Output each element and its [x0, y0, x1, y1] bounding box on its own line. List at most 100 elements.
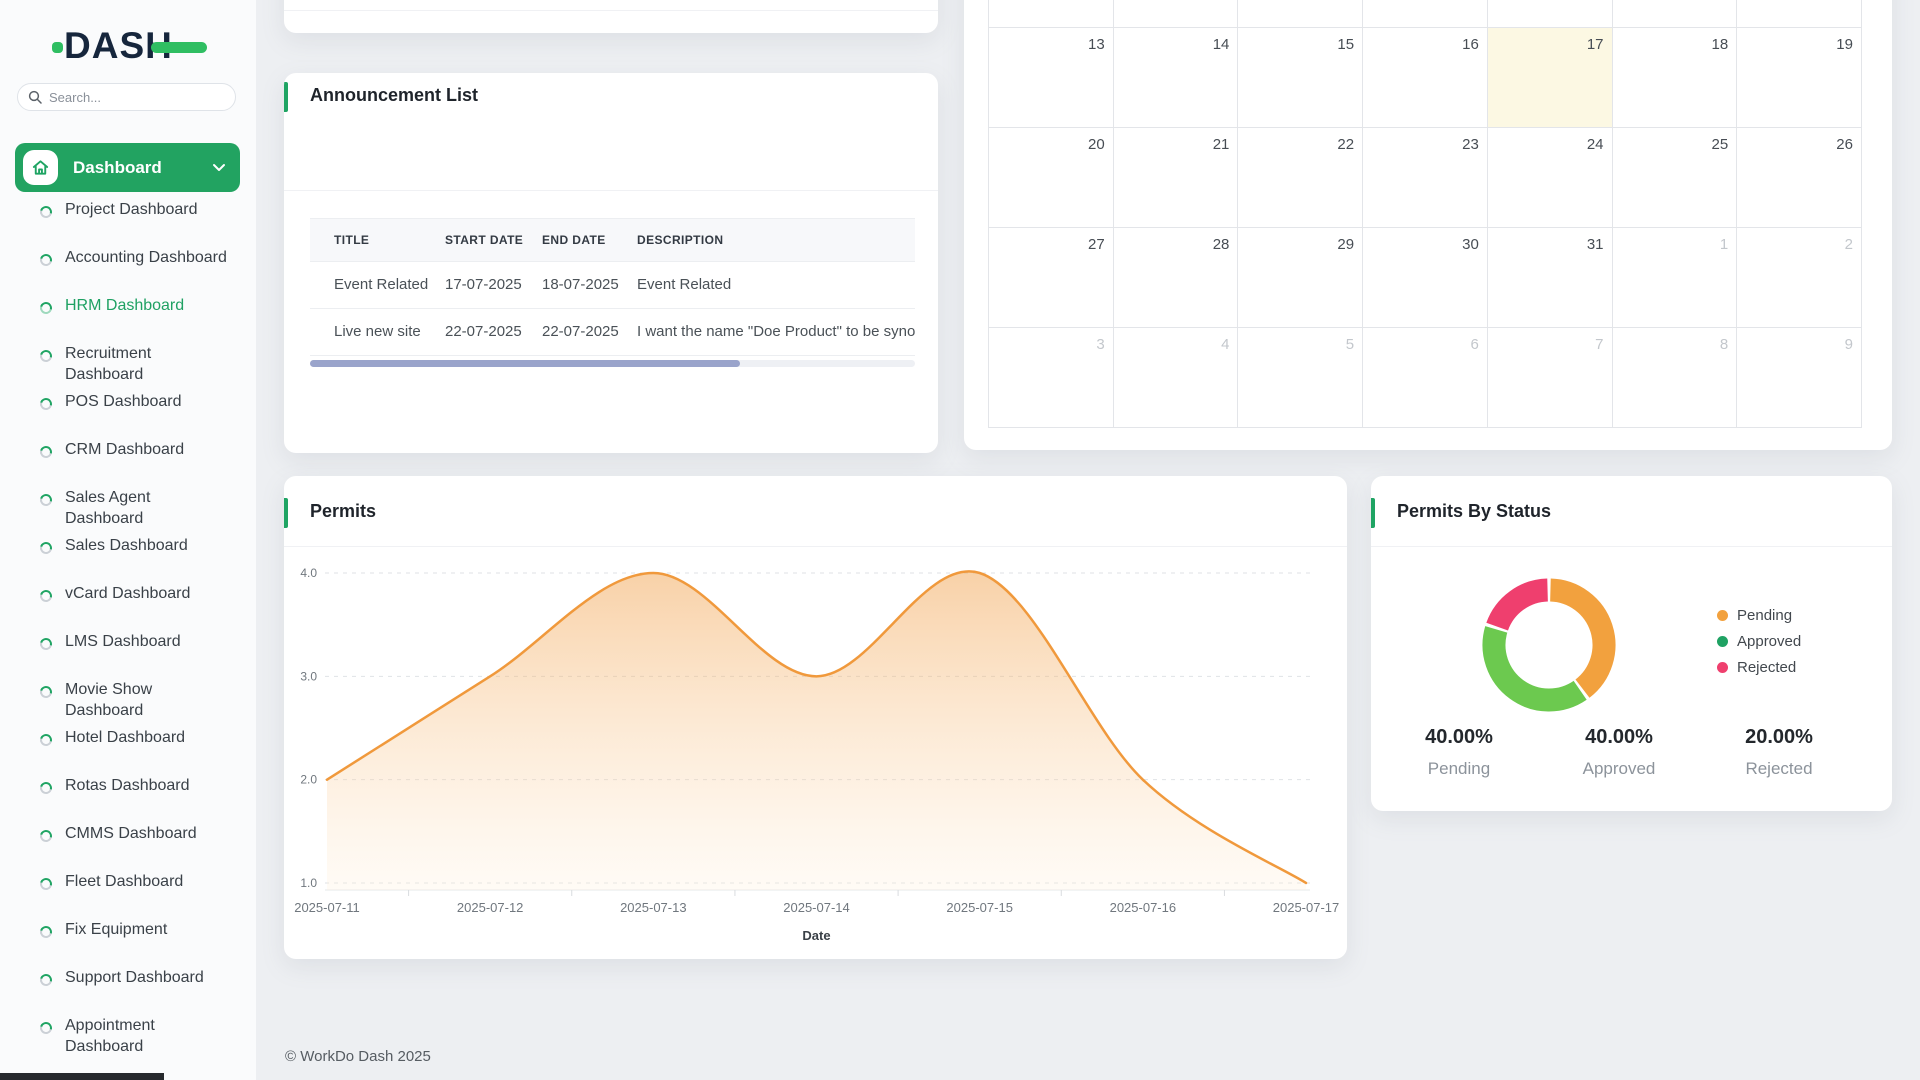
column-header-title: TITLE — [334, 233, 369, 247]
calendar-cell[interactable]: 2 — [1737, 228, 1862, 328]
calendar-cell[interactable]: 26 — [1737, 128, 1862, 228]
svg-text:2025-07-12: 2025-07-12 — [457, 900, 524, 915]
calendar-cell[interactable]: 20 — [989, 128, 1114, 228]
browser-status-strip — [0, 1073, 164, 1080]
announcement-table: TITLESTART DATEEND DATEDESCRIPTION Event… — [310, 218, 915, 356]
sidebar-item-sales-dashboard[interactable]: Sales Dashboard — [0, 535, 256, 583]
sidebar-item-movie-show-dashboard[interactable]: Movie Show Dashboard — [0, 679, 256, 727]
legend-label: Pending — [1737, 607, 1792, 624]
submenu-bullet-icon — [38, 924, 54, 940]
calendar-day-number: 28 — [1213, 236, 1230, 253]
calendar-cell[interactable]: 15 — [1238, 28, 1363, 128]
calendar-cell[interactable]: 6 — [1363, 328, 1488, 428]
stat-percentage: 40.00% — [1539, 726, 1699, 749]
announcement-table-header: TITLESTART DATEEND DATEDESCRIPTION — [310, 218, 915, 262]
sidebar-item-support-dashboard[interactable]: Support Dashboard — [0, 967, 256, 1015]
sidebar-item-fix-equipment[interactable]: Fix Equipment — [0, 919, 256, 967]
sidebar-item-recruitment-dashboard[interactable]: Recruitment Dashboard — [0, 343, 256, 391]
sidebar-item-vcard-dashboard[interactable]: vCard Dashboard — [0, 583, 256, 631]
calendar-cell-empty[interactable] — [1114, 0, 1239, 28]
calendar-grid: 1314151617181920212223242526272829303112… — [988, 0, 1862, 428]
sidebar-item-project-dashboard[interactable]: Project Dashboard — [0, 199, 256, 247]
legend-item-approved[interactable]: Approved — [1717, 628, 1801, 654]
calendar-cell[interactable]: 4 — [1114, 328, 1239, 428]
submenu-bullet-icon — [38, 252, 54, 268]
sidebar-item-sales-agent-dashboard[interactable]: Sales Agent Dashboard — [0, 487, 256, 535]
sidebar-item-appointment-dashboard[interactable]: Appointment Dashboard — [0, 1015, 256, 1063]
sidebar-menu-dashboard[interactable]: Dashboard — [15, 143, 240, 192]
svg-text:3.0: 3.0 — [300, 669, 317, 683]
calendar-cell[interactable]: 29 — [1238, 228, 1363, 328]
sidebar-item-label: CRM Dashboard — [65, 439, 184, 460]
calendar-day-number: 8 — [1720, 336, 1728, 353]
sidebar-item-cmms-dashboard[interactable]: CMMS Dashboard — [0, 823, 256, 871]
calendar-cell[interactable]: 28 — [1114, 228, 1239, 328]
sidebar-item-crm-dashboard[interactable]: CRM Dashboard — [0, 439, 256, 487]
sidebar-item-pos-dashboard[interactable]: POS Dashboard — [0, 391, 256, 439]
legend-item-pending[interactable]: Pending — [1717, 602, 1801, 628]
scrollbar-thumb[interactable] — [310, 360, 740, 367]
sidebar-item-accounting-dashboard[interactable]: Accounting Dashboard — [0, 247, 256, 295]
svg-text:4.0: 4.0 — [300, 566, 317, 580]
search-icon — [28, 90, 42, 104]
calendar-cell[interactable]: 22 — [1238, 128, 1363, 228]
sidebar-item-rotas-dashboard[interactable]: Rotas Dashboard — [0, 775, 256, 823]
calendar-cell[interactable]: 23 — [1363, 128, 1488, 228]
submenu-bullet-icon — [38, 684, 54, 700]
svg-text:2025-07-17: 2025-07-17 — [1273, 900, 1340, 915]
calendar-day-number: 2 — [1845, 236, 1853, 253]
calendar-cell-empty[interactable] — [1737, 0, 1862, 28]
table-cell: 17-07-2025 — [445, 276, 522, 293]
calendar-cell-empty[interactable] — [1238, 0, 1363, 28]
permits-card: Permits 4.03.02.01.02025-07-112025-07-12… — [284, 476, 1347, 959]
sidebar-dashboard-submenu: Project DashboardAccounting DashboardHRM… — [0, 199, 256, 1063]
search-input[interactable]: Search... — [17, 83, 236, 111]
calendar-cell[interactable]: 27 — [989, 228, 1114, 328]
legend-item-rejected[interactable]: Rejected — [1717, 654, 1801, 680]
sidebar-item-lms-dashboard[interactable]: LMS Dashboard — [0, 631, 256, 679]
calendar-day-number: 30 — [1462, 236, 1479, 253]
table-cell: Event Related — [637, 276, 731, 293]
sidebar-item-hotel-dashboard[interactable]: Hotel Dashboard — [0, 727, 256, 775]
calendar-cell-empty[interactable] — [1488, 0, 1613, 28]
calendar-cell-empty[interactable] — [1363, 0, 1488, 28]
calendar-cell[interactable]: 14 — [1114, 28, 1239, 128]
calendar-cell[interactable]: 7 — [1488, 328, 1613, 428]
sidebar-item-hrm-dashboard[interactable]: HRM Dashboard — [0, 295, 256, 343]
calendar-day-number: 21 — [1213, 136, 1230, 153]
calendar-cell[interactable]: 30 — [1363, 228, 1488, 328]
stat-percentage: 20.00% — [1699, 726, 1859, 749]
calendar-cell[interactable]: 19 — [1737, 28, 1862, 128]
calendar-cell-empty[interactable] — [1613, 0, 1738, 28]
sidebar: DASH Search... Dashboard Project Dashboa… — [0, 0, 256, 1080]
calendar-cell[interactable]: 5 — [1238, 328, 1363, 428]
status-donut-chart — [1449, 545, 1649, 745]
calendar-cell[interactable]: 13 — [989, 28, 1114, 128]
calendar-cell[interactable]: 18 — [1613, 28, 1738, 128]
app-logo[interactable]: DASH — [64, 26, 173, 66]
table-cell: 18-07-2025 — [542, 276, 619, 293]
calendar-day-number: 25 — [1712, 136, 1729, 153]
calendar-cell[interactable]: 1 — [1613, 228, 1738, 328]
table-horizontal-scrollbar[interactable] — [310, 360, 915, 367]
calendar-cell[interactable]: 16 — [1363, 28, 1488, 128]
calendar-cell-today[interactable]: 17 — [1488, 28, 1613, 128]
table-row[interactable]: Event Related17-07-202518-07-2025Event R… — [310, 262, 915, 309]
table-row[interactable]: Live new site22-07-202522-07-2025I want … — [310, 309, 915, 356]
calendar-cell[interactable]: 25 — [1613, 128, 1738, 228]
calendar-day-number: 7 — [1595, 336, 1603, 353]
calendar-cell-empty[interactable] — [989, 0, 1114, 28]
calendar-day-number: 5 — [1346, 336, 1354, 353]
sidebar-item-fleet-dashboard[interactable]: Fleet Dashboard — [0, 871, 256, 919]
calendar-cell[interactable]: 31 — [1488, 228, 1613, 328]
calendar-cell[interactable]: 3 — [989, 328, 1114, 428]
calendar-cell[interactable]: 9 — [1737, 328, 1862, 428]
permits-by-status-title: Permits By Status — [1397, 501, 1551, 522]
calendar-cell[interactable]: 8 — [1613, 328, 1738, 428]
submenu-bullet-icon — [38, 300, 54, 316]
calendar-cell[interactable]: 21 — [1114, 128, 1239, 228]
calendar-cell[interactable]: 24 — [1488, 128, 1613, 228]
calendar-day-number: 27 — [1088, 236, 1105, 253]
sidebar-item-label: Appointment Dashboard — [65, 1015, 230, 1057]
svg-text:Date: Date — [802, 928, 830, 943]
